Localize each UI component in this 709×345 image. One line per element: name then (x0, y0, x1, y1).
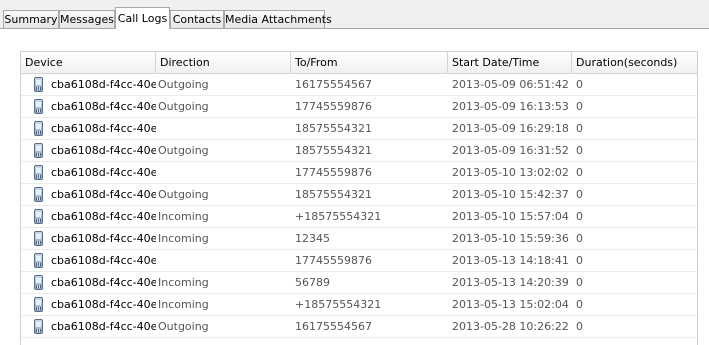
direction-cell (158, 250, 288, 271)
direction-cell (158, 162, 288, 183)
to-from-cell: 12345 (295, 232, 330, 245)
start-time-cell: 2013-05-28 10:26:22 ... (452, 320, 570, 333)
device-cell: cba6108d-f4cc-40e9-8 (51, 78, 156, 91)
table-row[interactable]: cba6108d-f4cc-40e9-8 18575554321 2013-05-0… (21, 118, 697, 140)
start-time-cell: 2013-05-10 15:42:37 ... (452, 188, 570, 201)
device-cell: cba6108d-f4cc-40e9-8 (51, 166, 156, 179)
column-header-device[interactable]: Device (21, 52, 156, 73)
column-header-to-from[interactable]: To/From (291, 52, 448, 73)
duration-cell: 0 (576, 276, 583, 289)
tab-bar: Summary Messages Call Logs Contacts Medi… (0, 0, 709, 30)
direction-cell: Outgoing (158, 320, 209, 333)
duration-cell: 0 (576, 144, 583, 157)
table-row[interactable]: cba6108d-f4cc-40e9-8Outgoing 17745559876 2… (21, 96, 697, 118)
tab-messages[interactable]: Messages (59, 10, 115, 28)
tab-media-attachments[interactable]: Media Attachments (224, 10, 332, 28)
direction-cell: Outgoing (158, 188, 209, 201)
to-from-cell: 18575554321 (295, 144, 372, 157)
duration-cell: 0 (576, 188, 583, 201)
table-row[interactable]: cba6108d-f4cc-40e9-8 17745559876 2013-05-1… (21, 250, 697, 272)
device-cell: cba6108d-f4cc-40e9-8 (51, 144, 156, 157)
device-cell: cba6108d-f4cc-40e9-8 (51, 254, 156, 267)
phone-device-icon (34, 77, 43, 92)
duration-cell: 0 (576, 100, 583, 113)
column-header-direction[interactable]: Direction (156, 52, 291, 73)
start-time-cell: 2013-05-13 14:20:39 ... (452, 276, 570, 289)
phone-device-icon (34, 319, 43, 334)
phone-device-icon (34, 231, 43, 246)
table-row[interactable]: cba6108d-f4cc-40e9-8Incoming 12345 2013-05… (21, 228, 697, 250)
phone-device-icon (34, 99, 43, 114)
device-cell: cba6108d-f4cc-40e9-8 (51, 210, 156, 223)
device-cell: cba6108d-f4cc-40e9-8 (51, 122, 156, 135)
table-row[interactable]: cba6108d-f4cc-40e9-8Outgoing 18575554321 2… (21, 184, 697, 206)
device-cell: cba6108d-f4cc-40e9-8 (51, 298, 156, 311)
duration-cell: 0 (576, 298, 583, 311)
phone-device-icon (34, 275, 43, 290)
direction-cell: Incoming (158, 210, 209, 223)
column-header-start-date-time[interactable]: Start Date/Time (448, 52, 572, 73)
table-row[interactable]: cba6108d-f4cc-40e9-8Incoming +18575554321… (21, 294, 697, 316)
to-from-cell: 17745559876 (295, 166, 372, 179)
start-time-cell: 2013-05-09 16:31:52 ... (452, 144, 570, 157)
start-time-cell: 2013-05-13 14:18:41 ... (452, 254, 570, 267)
call-logs-panel: Device Direction To/From Start Date/Time… (0, 29, 709, 345)
phone-device-icon (34, 165, 43, 180)
duration-cell: 0 (576, 232, 583, 245)
table-header: Device Direction To/From Start Date/Time… (21, 52, 697, 74)
column-header-duration[interactable]: Duration(seconds) (572, 52, 697, 73)
start-time-cell: 2013-05-13 15:02:04 ... (452, 298, 570, 311)
direction-cell: Incoming (158, 276, 209, 289)
to-from-cell: 17745559876 (295, 100, 372, 113)
direction-cell: Outgoing (158, 100, 209, 113)
phone-device-icon (34, 209, 43, 224)
to-from-cell: 16175554567 (295, 78, 372, 91)
table-row[interactable]: cba6108d-f4cc-40e9-8Outgoing 16175554567 2… (21, 316, 697, 338)
phone-device-icon (34, 121, 43, 136)
device-cell: cba6108d-f4cc-40e9-8 (51, 232, 156, 245)
duration-cell: 0 (576, 254, 583, 267)
phone-device-icon (34, 187, 43, 202)
start-time-cell: 2013-05-09 16:29:18 ... (452, 122, 570, 135)
duration-cell: 0 (576, 78, 583, 91)
start-time-cell: 2013-05-10 13:02:02 ... (452, 166, 570, 179)
phone-device-icon (34, 143, 43, 158)
tab-call-logs[interactable]: Call Logs (115, 7, 170, 29)
start-time-cell: 2013-05-10 15:59:36 ... (452, 232, 570, 245)
to-from-cell: 18575554321 (295, 122, 372, 135)
direction-cell (158, 118, 288, 139)
to-from-cell: +18575554321 (295, 298, 382, 311)
direction-cell: Incoming (158, 232, 209, 245)
to-from-cell: 17745559876 (295, 254, 372, 267)
table-row[interactable]: cba6108d-f4cc-40e9-8Incoming 56789 2013-05… (21, 272, 697, 294)
direction-cell: Outgoing (158, 144, 209, 157)
device-cell: cba6108d-f4cc-40e9-8 (51, 100, 156, 113)
to-from-cell: +18575554321 (295, 210, 382, 223)
start-time-cell: 2013-05-09 16:13:53 ... (452, 100, 570, 113)
tab-summary[interactable]: Summary (3, 10, 59, 28)
device-cell: cba6108d-f4cc-40e9-8 (51, 320, 156, 333)
to-from-cell: 18575554321 (295, 188, 372, 201)
call-log-table[interactable]: Device Direction To/From Start Date/Time… (20, 51, 698, 345)
duration-cell: 0 (576, 210, 583, 223)
table-row[interactable]: cba6108d-f4cc-40e9-8 17745559876 2013-05-1… (21, 162, 697, 184)
duration-cell: 0 (576, 166, 583, 179)
start-time-cell: 2013-05-09 06:51:42 ... (452, 78, 570, 91)
duration-cell: 0 (576, 320, 583, 333)
phone-device-icon (34, 253, 43, 268)
phone-device-icon (34, 297, 43, 312)
direction-cell: Outgoing (158, 78, 209, 91)
start-time-cell: 2013-05-10 15:57:04 ... (452, 210, 570, 223)
tab-contacts[interactable]: Contacts (170, 10, 224, 28)
device-cell: cba6108d-f4cc-40e9-8 (51, 188, 156, 201)
table-row[interactable]: cba6108d-f4cc-40e9-8Outgoing 18575554321 2… (21, 140, 697, 162)
to-from-cell: 56789 (295, 276, 330, 289)
device-cell: cba6108d-f4cc-40e9-8 (51, 276, 156, 289)
table-row[interactable]: cba6108d-f4cc-40e9-8Incoming +18575554321… (21, 206, 697, 228)
direction-cell: Incoming (158, 298, 209, 311)
table-row[interactable]: cba6108d-f4cc-40e9-8Outgoing 16175554567 2… (21, 74, 697, 96)
duration-cell: 0 (576, 122, 583, 135)
to-from-cell: 16175554567 (295, 320, 372, 333)
